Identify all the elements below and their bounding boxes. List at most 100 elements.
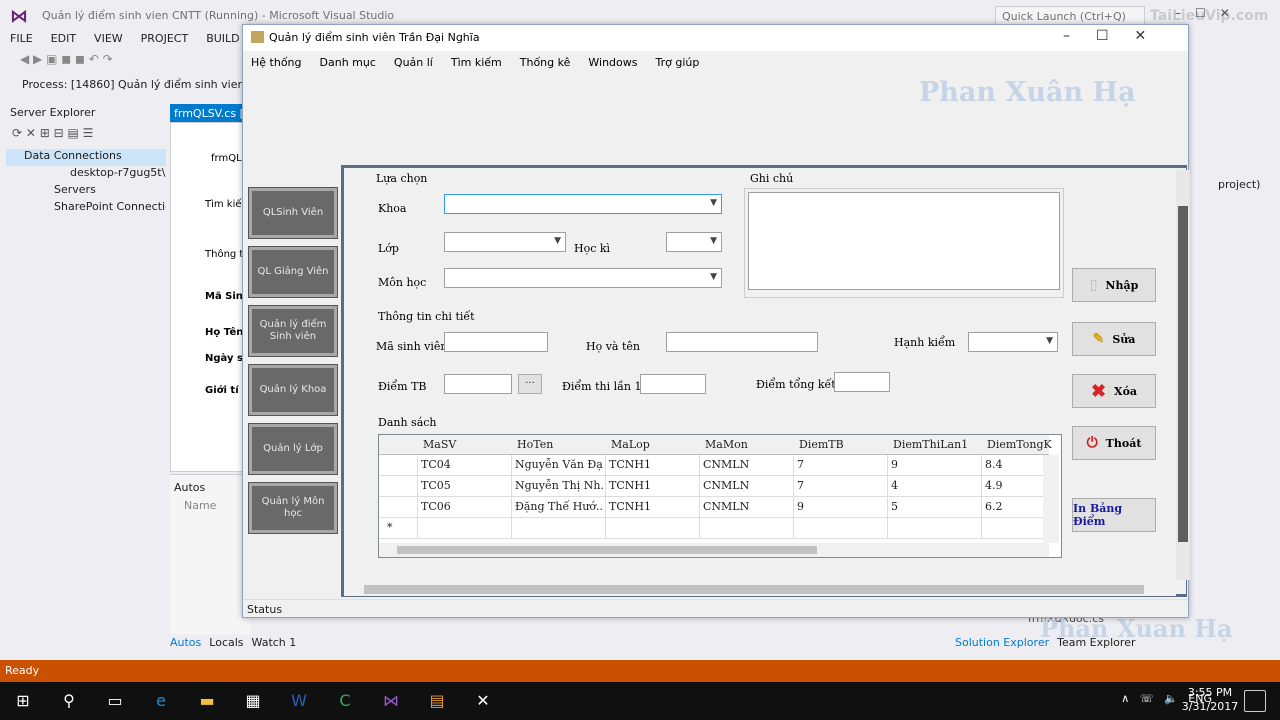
store-icon[interactable]: ▦ bbox=[238, 686, 268, 716]
col-malop[interactable]: MaLop bbox=[611, 438, 650, 451]
file-explorer-icon[interactable]: ▬ bbox=[192, 686, 222, 716]
process-selector[interactable]: Process: [14860] Quản lý điểm sinh vien … bbox=[0, 76, 260, 96]
tree-item-desktop[interactable]: desktop-r7gug5t\s bbox=[6, 166, 166, 183]
nav-ql-giang-vien-button[interactable]: QL Giảng Viên bbox=[248, 246, 338, 298]
quick-launch-input[interactable]: Quick Launch (Ctrl+Q) bbox=[995, 6, 1145, 26]
grid-horizontal-scrollbar[interactable] bbox=[379, 543, 1049, 557]
ho-ten-input[interactable] bbox=[666, 332, 818, 352]
cell-malop[interactable]: TCNH1 bbox=[609, 479, 697, 492]
diem-tb-input[interactable] bbox=[444, 374, 512, 394]
app-window-controls[interactable]: –☐✕ bbox=[1063, 28, 1172, 44]
col-mamon[interactable]: MaMon bbox=[705, 438, 748, 451]
tab-solution-explorer[interactable]: Solution Explorer bbox=[955, 636, 1049, 649]
menu-file[interactable]: FILE bbox=[0, 30, 41, 47]
document-tab-frmqlsv[interactable]: frmQLSV.cs [D bbox=[170, 104, 248, 122]
camtasia-icon[interactable]: C bbox=[330, 686, 360, 716]
nav-ql-sinh-vien-button[interactable]: QLSinh Viên bbox=[248, 187, 338, 239]
diem-tong-ket-input[interactable] bbox=[834, 372, 890, 392]
cell-malop[interactable]: TCNH1 bbox=[609, 500, 697, 513]
word-icon[interactable]: W bbox=[284, 686, 314, 716]
cell-hoten[interactable]: Nguyễn Thị Nh... bbox=[515, 479, 603, 492]
menu-view[interactable]: VIEW bbox=[84, 30, 131, 47]
vs-window-controls[interactable]: –☐✕ bbox=[1175, 6, 1244, 20]
edge-icon[interactable]: e bbox=[146, 686, 176, 716]
volume-icon[interactable]: 🔈 bbox=[1164, 692, 1178, 705]
cell-masv[interactable]: TC06 bbox=[421, 500, 509, 513]
hoc-ki-select[interactable]: ▼ bbox=[666, 232, 722, 252]
tab-autos[interactable]: Autos bbox=[170, 636, 201, 649]
menu-tro-giup[interactable]: Trợ giúp bbox=[656, 56, 700, 69]
cell-diemtongket[interactable]: 8.4 bbox=[985, 458, 1043, 471]
menu-danh-muc[interactable]: Danh mục bbox=[320, 56, 376, 69]
cell-masv[interactable]: TC04 bbox=[421, 458, 509, 471]
col-diemtongket[interactable]: DiemTongK bbox=[987, 438, 1052, 451]
menu-he-thong[interactable]: Hệ thống bbox=[251, 56, 302, 69]
cell-diemthilan1[interactable]: 4 bbox=[891, 479, 979, 492]
cell-masv[interactable]: TC05 bbox=[421, 479, 509, 492]
nav-ql-lop-button[interactable]: Quản lý Lớp bbox=[248, 423, 338, 475]
taskbar-clock[interactable]: 3:55 PM 3/31/2017 bbox=[1180, 686, 1240, 714]
cell-malop[interactable]: TCNH1 bbox=[609, 458, 697, 471]
in-bang-diem-button[interactable]: In Bảng Điểm bbox=[1072, 498, 1156, 532]
table-row[interactable]: TC05 Nguyễn Thị Nh... TCNH1 CNMLN 7 4 4.… bbox=[379, 476, 1049, 497]
lop-select[interactable]: ▼ bbox=[444, 232, 566, 252]
cell-diemtongket[interactable]: 4.9 bbox=[985, 479, 1043, 492]
cell-mamon[interactable]: CNMLN bbox=[703, 479, 791, 492]
browse-button[interactable]: ... bbox=[518, 374, 542, 394]
cell-diemtb[interactable]: 7 bbox=[797, 479, 885, 492]
form-horizontal-scrollbar[interactable] bbox=[344, 582, 1176, 596]
cell-diemtb[interactable]: 7 bbox=[797, 458, 885, 471]
col-diemtb[interactable]: DiemTB bbox=[799, 438, 844, 451]
solution-project-node[interactable]: project) bbox=[1218, 178, 1260, 191]
nav-ql-mon-hoc-button[interactable]: Quản lý Môn học bbox=[248, 482, 338, 534]
cell-mamon[interactable]: CNMLN bbox=[703, 458, 791, 471]
tools-icon[interactable]: ✕ bbox=[468, 686, 498, 716]
khoa-select[interactable]: ▼ bbox=[444, 194, 722, 214]
notification-icon[interactable] bbox=[1244, 690, 1266, 712]
cell-diemthilan1[interactable]: 9 bbox=[891, 458, 979, 471]
tree-item-sharepoint[interactable]: SharePoint Connectio bbox=[6, 200, 166, 217]
note-textarea[interactable] bbox=[748, 192, 1060, 290]
tab-watch1[interactable]: Watch 1 bbox=[252, 636, 297, 649]
menu-quan-li[interactable]: Quản lí bbox=[394, 56, 433, 69]
grid-vertical-scrollbar[interactable] bbox=[1043, 455, 1059, 543]
grid-scroll-thumb[interactable] bbox=[397, 546, 817, 554]
cell-hoten[interactable]: Nguyễn Văn Đạo bbox=[515, 458, 603, 471]
menu-windows[interactable]: Windows bbox=[588, 56, 637, 69]
form-vertical-scrollbar[interactable] bbox=[1176, 170, 1190, 580]
form-scroll-thumb[interactable] bbox=[1178, 206, 1188, 542]
nav-ql-khoa-button[interactable]: Quản lý Khoa bbox=[248, 364, 338, 416]
ma-sinh-vien-input[interactable] bbox=[444, 332, 548, 352]
cell-mamon[interactable]: CNMLN bbox=[703, 500, 791, 513]
running-app-icon[interactable]: ▤ bbox=[422, 686, 452, 716]
cell-diemthilan1[interactable]: 5 bbox=[891, 500, 979, 513]
students-grid[interactable]: MaSV HoTen MaLop MaMon DiemTB DiemThiLan… bbox=[378, 434, 1062, 558]
col-masv[interactable]: MaSV bbox=[423, 438, 456, 451]
menu-edit[interactable]: EDIT bbox=[41, 30, 84, 47]
col-hoten[interactable]: HoTen bbox=[517, 438, 553, 451]
tab-locals[interactable]: Locals bbox=[209, 636, 243, 649]
vs-toolbar[interactable]: ◀ ▶ ▣ ◼ ◼ ↶ ↷ bbox=[0, 50, 260, 72]
menu-build[interactable]: BUILD bbox=[196, 30, 247, 47]
search-icon[interactable]: ⚲ bbox=[54, 686, 84, 716]
server-explorer-toolbar[interactable]: ⟳ ✕ ⊞ ⊟ ▤ ☰ bbox=[6, 126, 166, 146]
tray-chevron-icon[interactable]: ∧ bbox=[1121, 692, 1129, 705]
hanh-kiem-select[interactable]: ▼ bbox=[968, 332, 1058, 352]
cell-diemtb[interactable]: 9 bbox=[797, 500, 885, 513]
network-icon[interactable]: ☏ bbox=[1140, 692, 1154, 705]
sua-button[interactable]: ✎ Sửa bbox=[1072, 322, 1156, 356]
nhap-button[interactable]: ▯ Nhập bbox=[1072, 268, 1156, 302]
tree-item-servers[interactable]: Servers bbox=[6, 183, 166, 200]
visual-studio-taskbar-icon[interactable]: ⋈ bbox=[376, 686, 406, 716]
xoa-button[interactable]: ✖ Xóa bbox=[1072, 374, 1156, 408]
menu-tim-kiem[interactable]: Tìm kiếm bbox=[451, 56, 502, 69]
diem-thi-lan-1-input[interactable] bbox=[640, 374, 706, 394]
thoat-button[interactable]: ⏻ Thoát bbox=[1072, 426, 1156, 460]
cell-hoten[interactable]: Đặng Thế Hướ... bbox=[515, 500, 603, 513]
menu-thong-ke[interactable]: Thống kê bbox=[520, 56, 571, 69]
table-row[interactable]: TC04 Nguyễn Văn Đạo TCNH1 CNMLN 7 9 8.4 bbox=[379, 455, 1049, 476]
menu-project[interactable]: PROJECT bbox=[131, 30, 197, 47]
tree-item-data-connections[interactable]: Data Connections bbox=[6, 149, 166, 166]
start-icon[interactable]: ⊞ bbox=[8, 686, 38, 716]
table-row[interactable]: TC06 Đặng Thế Hướ... TCNH1 CNMLN 9 5 6.2 bbox=[379, 497, 1049, 518]
